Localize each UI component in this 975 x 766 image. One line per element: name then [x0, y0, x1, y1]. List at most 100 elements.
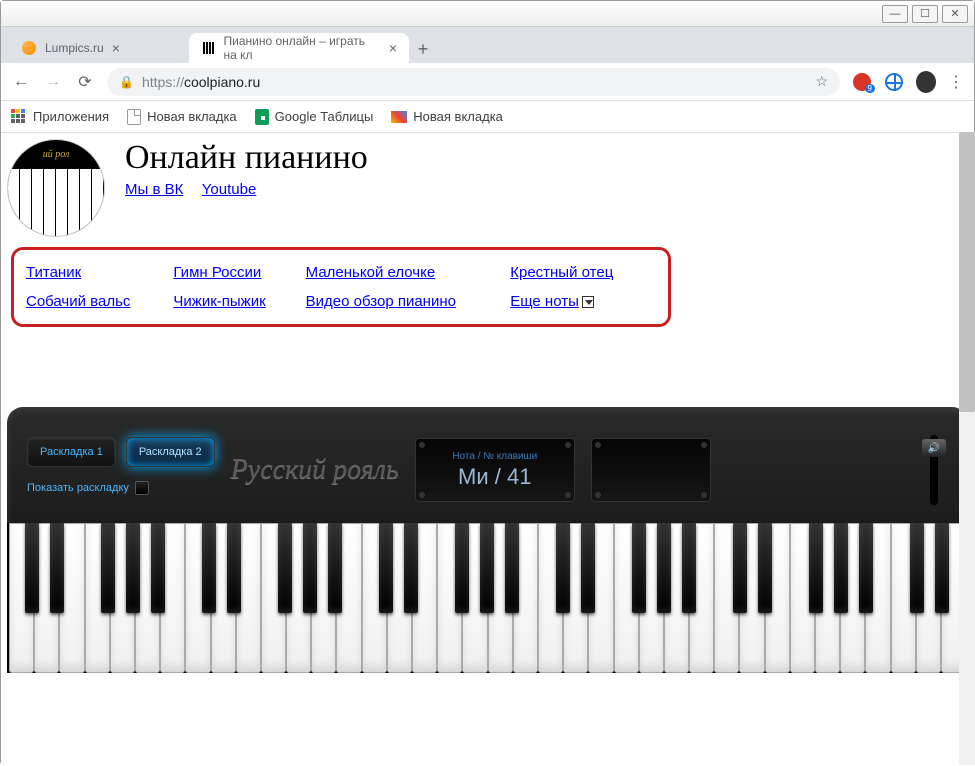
song-link-chizhik[interactable]: Чижик-пыжик: [173, 293, 265, 310]
dropdown-icon: [582, 296, 594, 308]
white-key[interactable]: [261, 523, 286, 673]
tab-title: Lumpics.ru: [45, 41, 104, 55]
song-link-titanic[interactable]: Титаник: [26, 264, 81, 281]
url-prefix: https://: [142, 74, 184, 90]
piano-favicon: [201, 40, 215, 56]
close-button[interactable]: ✕: [942, 5, 968, 23]
white-key[interactable]: [639, 523, 664, 673]
white-key[interactable]: [462, 523, 487, 673]
browser-menu-button[interactable]: ⋮: [948, 72, 964, 92]
song-link-video-review[interactable]: Видео обзор пианино: [306, 293, 456, 310]
new-tab-button[interactable]: +: [409, 35, 437, 63]
white-key[interactable]: [916, 523, 941, 673]
white-key[interactable]: [236, 523, 261, 673]
white-key[interactable]: [891, 523, 916, 673]
white-key[interactable]: [714, 523, 739, 673]
more-notes-link[interactable]: Еще ноты: [510, 293, 594, 310]
layout-1-button[interactable]: Раскладка 1: [27, 437, 116, 467]
back-button[interactable]: ←: [11, 73, 31, 91]
image-icon: [391, 111, 407, 123]
white-key[interactable]: [513, 523, 538, 673]
white-key[interactable]: [765, 523, 790, 673]
white-key[interactable]: [34, 523, 59, 673]
browser-tab-bar: Lumpics.ru × Пианино онлайн – играть на …: [1, 27, 974, 63]
tab-close-icon[interactable]: ×: [112, 40, 120, 56]
white-key[interactable]: [538, 523, 563, 673]
url-input[interactable]: 🔒 https://coolpiano.ru ☆: [107, 68, 840, 96]
scrollbar[interactable]: [959, 132, 975, 765]
white-key[interactable]: [311, 523, 336, 673]
piano-brand-label: Русский рояль: [231, 454, 399, 486]
display-value: Ми / 41: [458, 464, 531, 490]
white-key[interactable]: [790, 523, 815, 673]
note-display: Нота / № клавиши Ми / 41: [415, 438, 575, 502]
layout-2-button[interactable]: Раскладка 2: [126, 437, 215, 467]
song-link-anthem[interactable]: Гимн России: [173, 264, 261, 281]
white-key[interactable]: [563, 523, 588, 673]
forward-button[interactable]: →: [43, 73, 63, 91]
browser-tab-lumpics[interactable]: Lumpics.ru ×: [9, 33, 189, 63]
profile-avatar[interactable]: [916, 72, 936, 92]
vk-link[interactable]: Мы в ВК: [125, 181, 183, 198]
bookmark-item[interactable]: Новая вкладка: [127, 109, 237, 125]
white-key[interactable]: [160, 523, 185, 673]
white-key[interactable]: [211, 523, 236, 673]
site-logo: ий рол: [7, 139, 105, 237]
tab-title: Пианино онлайн – играть на кл: [223, 34, 380, 62]
window-titlebar: — ☐ ✕: [1, 1, 974, 27]
secondary-display: [591, 438, 711, 502]
white-key[interactable]: [614, 523, 639, 673]
white-key[interactable]: [664, 523, 689, 673]
bookmark-star-icon[interactable]: ☆: [815, 73, 828, 90]
white-key[interactable]: [840, 523, 865, 673]
white-key[interactable]: [85, 523, 110, 673]
white-key[interactable]: [739, 523, 764, 673]
white-key[interactable]: [185, 523, 210, 673]
browser-tab-piano[interactable]: Пианино онлайн – играть на кл ×: [189, 33, 409, 63]
sheets-icon: [255, 109, 269, 125]
apps-icon: [11, 109, 27, 125]
song-link-godfather[interactable]: Крестный отец: [510, 264, 613, 281]
speaker-icon: 🔊: [928, 443, 940, 454]
white-key[interactable]: [110, 523, 135, 673]
song-links-box: Титаник Гимн России Маленькой елочке Кре…: [11, 247, 671, 327]
show-layout-label: Показать раскладку: [27, 482, 129, 494]
white-key[interactable]: [135, 523, 160, 673]
white-key[interactable]: [588, 523, 613, 673]
white-key[interactable]: [362, 523, 387, 673]
white-key[interactable]: [9, 523, 34, 673]
reload-button[interactable]: ⟳: [75, 72, 95, 92]
piano-keyboard[interactable]: [7, 523, 968, 673]
minimize-button[interactable]: —: [882, 5, 908, 23]
white-key[interactable]: [412, 523, 437, 673]
bookmark-item[interactable]: Google Таблицы: [255, 109, 374, 125]
white-key[interactable]: [865, 523, 890, 673]
piano-widget: Раскладка 1 Раскладка 2 Показать расклад…: [7, 407, 968, 673]
translate-extension-icon[interactable]: [884, 72, 904, 92]
youtube-link[interactable]: Youtube: [202, 181, 257, 198]
page-icon: [127, 109, 141, 125]
song-link-elochka[interactable]: Маленькой елочке: [306, 264, 436, 281]
white-key[interactable]: [336, 523, 361, 673]
scrollbar-thumb[interactable]: [959, 132, 975, 412]
white-key[interactable]: [387, 523, 412, 673]
white-key[interactable]: [59, 523, 84, 673]
maximize-button[interactable]: ☐: [912, 5, 938, 23]
url-host: coolpiano.ru: [184, 74, 260, 90]
white-key[interactable]: [286, 523, 311, 673]
song-link-waltz[interactable]: Собачий вальс: [26, 293, 130, 310]
tab-close-icon[interactable]: ×: [389, 40, 397, 56]
white-key[interactable]: [488, 523, 513, 673]
apps-button[interactable]: Приложения: [11, 109, 109, 125]
white-key[interactable]: [437, 523, 462, 673]
volume-thumb[interactable]: 🔊: [922, 439, 946, 457]
white-key[interactable]: [689, 523, 714, 673]
white-key[interactable]: [815, 523, 840, 673]
show-layout-checkbox[interactable]: [135, 481, 149, 495]
volume-slider[interactable]: 🔊: [930, 435, 938, 505]
bookmark-item[interactable]: Новая вкладка: [391, 109, 503, 124]
address-bar: ← → ⟳ 🔒 https://coolpiano.ru ☆ ⋮: [1, 63, 974, 101]
lumpics-favicon: [21, 40, 37, 56]
display-label: Нота / № клавиши: [452, 451, 537, 462]
opera-extension-icon[interactable]: [852, 72, 872, 92]
